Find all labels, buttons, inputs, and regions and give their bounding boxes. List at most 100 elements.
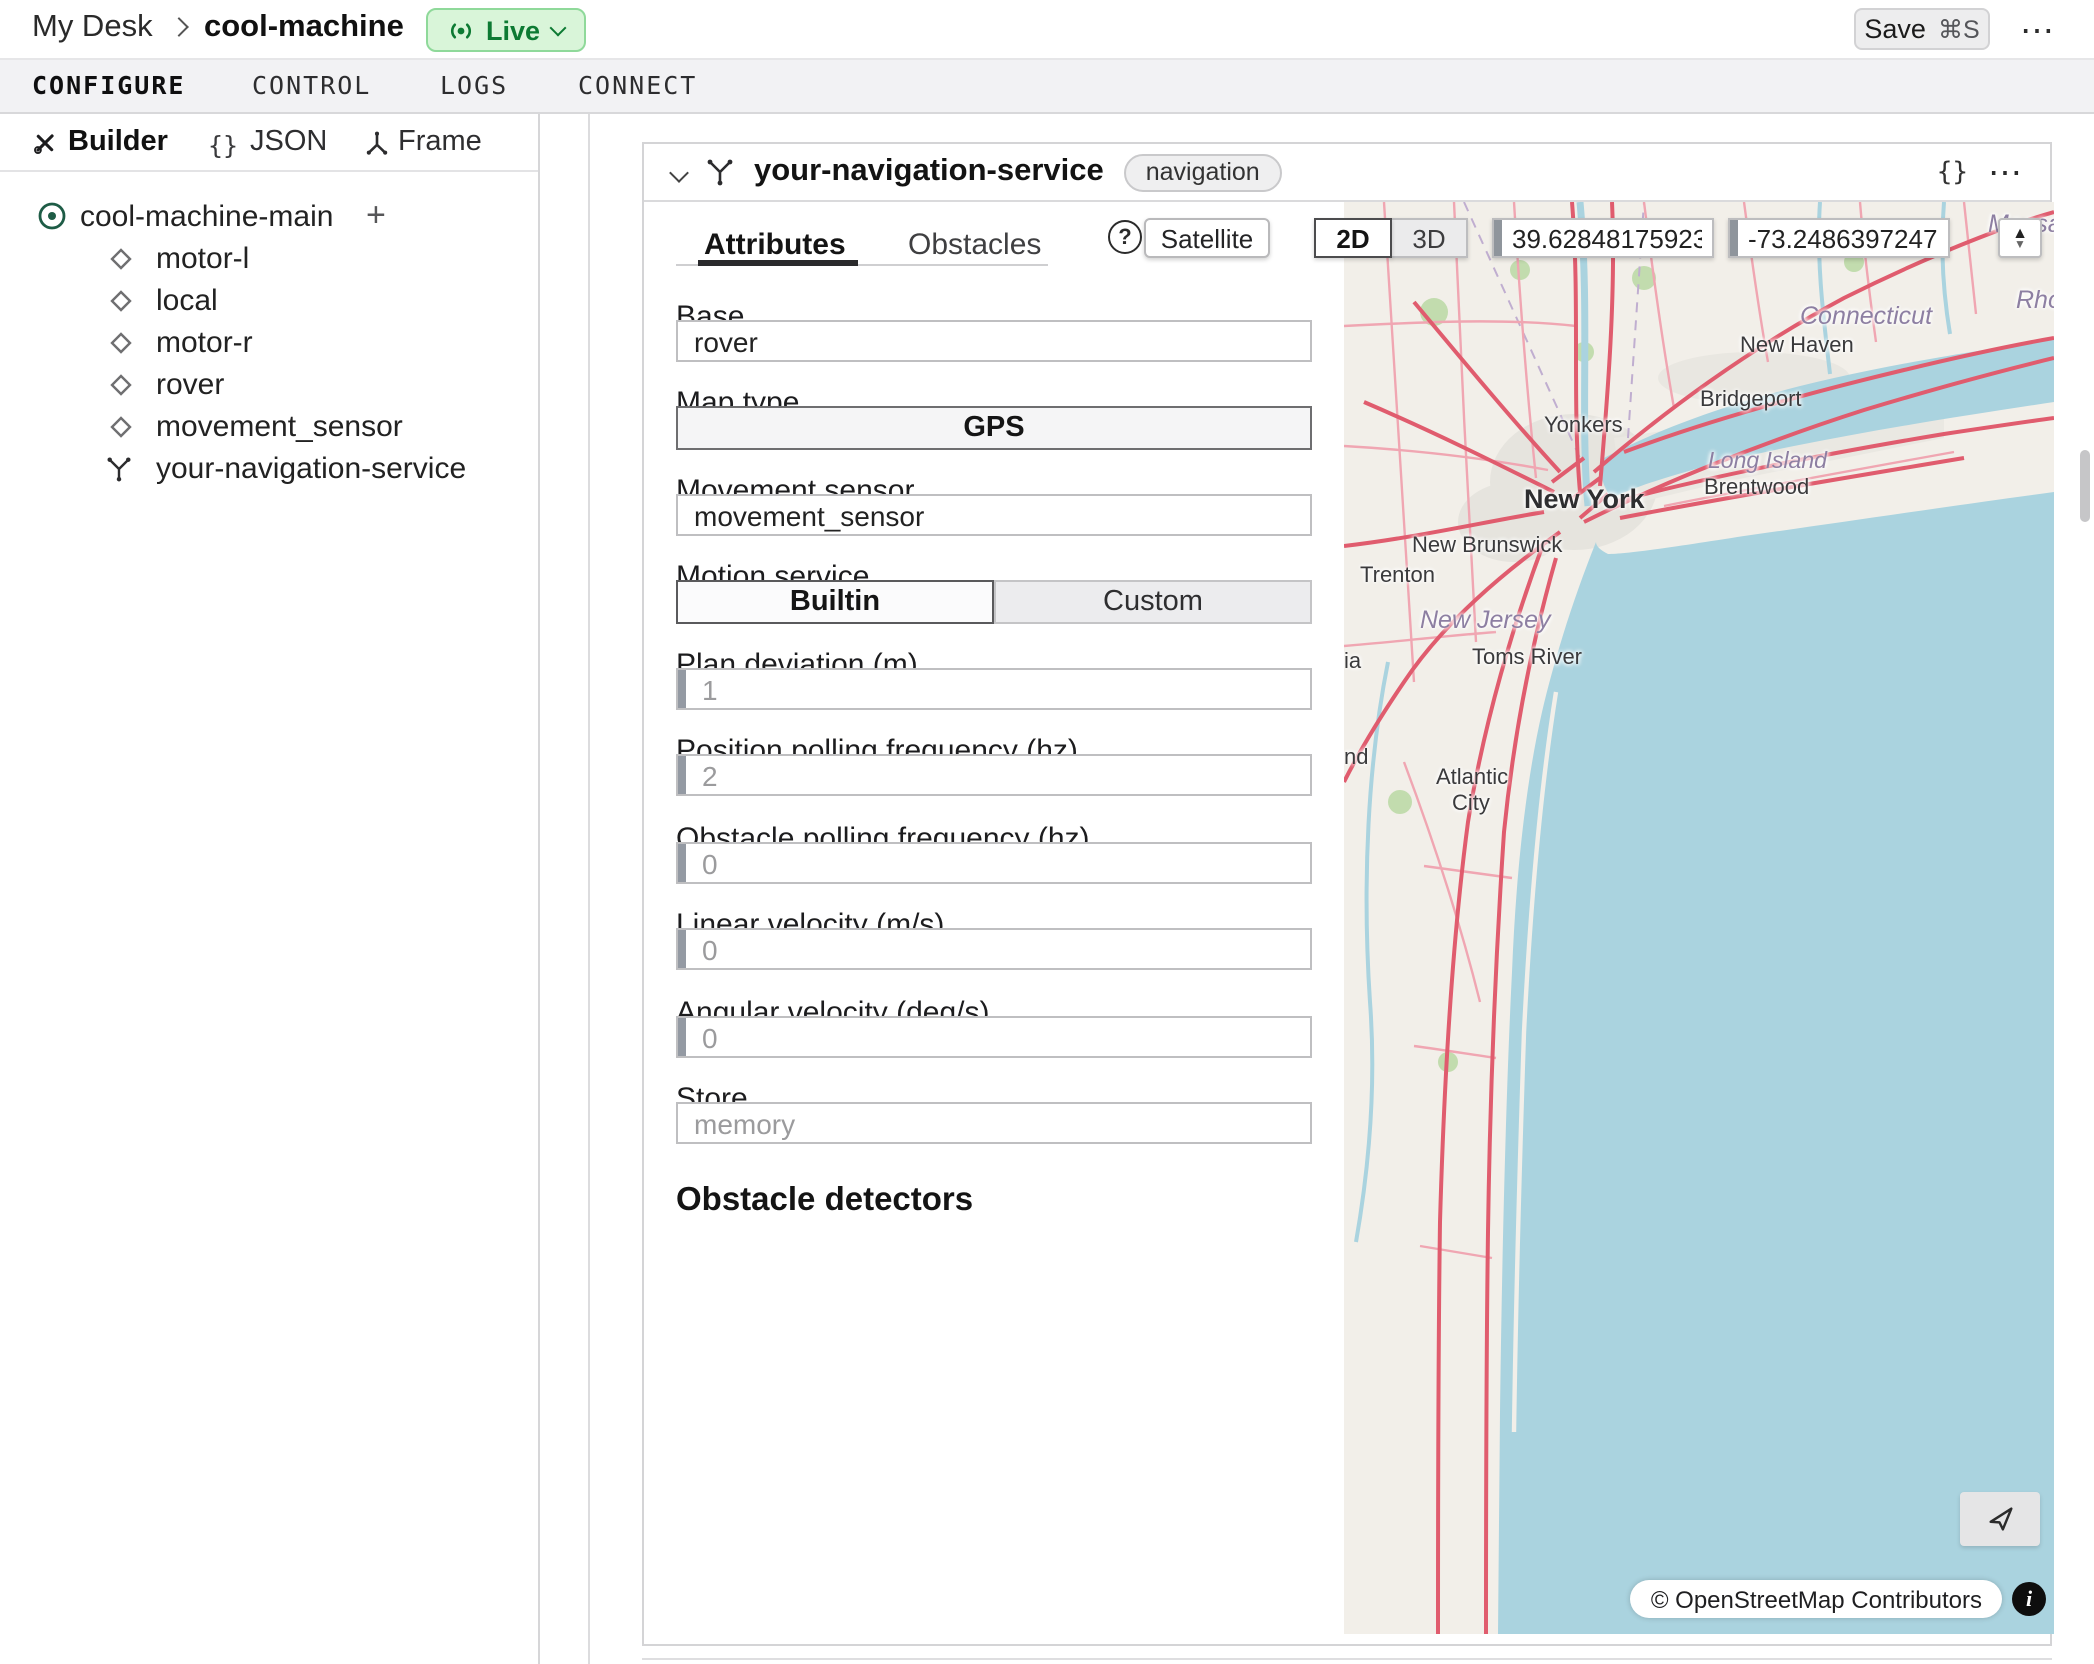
breadcrumb-chevron-icon bbox=[169, 17, 189, 37]
tab-control[interactable]: CONTROL bbox=[252, 60, 371, 112]
map-label: New Jersey bbox=[1420, 606, 1551, 634]
tree-root-row[interactable]: cool-machine-main + bbox=[0, 196, 538, 238]
tree-item-navigation-service[interactable]: your-navigation-service bbox=[0, 448, 538, 490]
movement-sensor-input[interactable] bbox=[678, 496, 1310, 534]
map-label: Long Island bbox=[1708, 450, 1827, 474]
tree-item-local[interactable]: local bbox=[0, 280, 538, 322]
linear-velocity-input-box bbox=[676, 928, 1312, 970]
attribution-text[interactable]: © OpenStreetMap Contributors bbox=[1631, 1580, 2002, 1618]
movement-sensor-input-box bbox=[676, 494, 1312, 536]
scrollbar-thumb[interactable] bbox=[2080, 450, 2090, 522]
tree-item-label[interactable]: motor-l bbox=[156, 242, 249, 276]
live-label: Live bbox=[486, 15, 540, 45]
tab-logs[interactable]: LOGS bbox=[440, 60, 508, 112]
drag-handle[interactable] bbox=[1494, 220, 1502, 256]
locate-button[interactable] bbox=[1960, 1492, 2040, 1546]
map-label: New Haven bbox=[1740, 334, 1854, 358]
builder-tab[interactable] bbox=[32, 130, 58, 166]
drag-handle[interactable] bbox=[678, 1018, 686, 1056]
breadcrumb-root[interactable]: My Desk bbox=[32, 10, 153, 46]
drag-handle[interactable] bbox=[678, 930, 686, 968]
store-input-box bbox=[676, 1102, 1312, 1144]
tree-item-label[interactable]: your-navigation-service bbox=[156, 452, 466, 486]
map-type-gps-button[interactable]: GPS bbox=[676, 406, 1312, 450]
map-label: City bbox=[1452, 792, 1490, 816]
component-diamond-icon bbox=[110, 374, 132, 396]
latitude-input[interactable] bbox=[1502, 220, 1712, 256]
navigation-service-card: your-navigation-service navigation {} ⋯ … bbox=[642, 142, 2052, 1646]
frame-tab-label[interactable]: Frame bbox=[398, 126, 482, 158]
satellite-toggle-button[interactable]: Satellite bbox=[1144, 218, 1270, 258]
info-icon[interactable]: i bbox=[2012, 1582, 2046, 1616]
plan-deviation-input[interactable] bbox=[686, 670, 1310, 708]
map-label: Connecticut bbox=[1800, 302, 1932, 330]
drag-handle[interactable] bbox=[678, 844, 686, 882]
card-more-button[interactable]: ⋯ bbox=[1988, 155, 2022, 189]
braces-icon[interactable]: {} bbox=[208, 129, 238, 159]
tab-obstacles[interactable]: Obstacles bbox=[908, 228, 1041, 262]
tree-item-label[interactable]: motor-r bbox=[156, 326, 253, 360]
tree-item-motor-r[interactable]: motor-r bbox=[0, 322, 538, 364]
position-polling-input[interactable] bbox=[686, 756, 1310, 794]
component-diamond-icon bbox=[110, 290, 132, 312]
panel-divider bbox=[588, 114, 590, 1664]
tree-item-motor-l[interactable]: motor-l bbox=[0, 238, 538, 280]
obstacle-detectors-heading: Obstacle detectors bbox=[676, 1182, 973, 1220]
view-3d-button[interactable]: 3D bbox=[1390, 218, 1468, 258]
raw-json-button[interactable]: {} bbox=[1937, 157, 1968, 187]
live-status-dropdown[interactable]: Live bbox=[426, 8, 586, 52]
component-diamond-icon bbox=[110, 416, 132, 438]
tree-item-movement-sensor[interactable]: movement_sensor bbox=[0, 406, 538, 448]
drag-handle[interactable] bbox=[1730, 220, 1738, 256]
frame-tab[interactable] bbox=[364, 130, 390, 166]
obstacle-polling-input-box bbox=[676, 842, 1312, 884]
tree-item-label[interactable]: movement_sensor bbox=[156, 410, 403, 444]
save-button[interactable]: Save ⌘S bbox=[1854, 8, 1990, 50]
motion-builtin-button[interactable]: Builtin bbox=[676, 580, 994, 624]
zoom-stepper[interactable]: ▲ ▼ bbox=[1998, 218, 2042, 258]
tree-item-label[interactable]: rover bbox=[156, 368, 224, 402]
tab-attributes[interactable]: Attributes bbox=[704, 228, 846, 262]
machine-target-icon bbox=[36, 200, 68, 232]
map-label: Toms River bbox=[1472, 646, 1582, 670]
map-canvas[interactable]: MassacRhodConnecticutNew HavenBridgeport… bbox=[1344, 202, 2054, 1634]
map-label: Trenton bbox=[1360, 564, 1435, 588]
view-2d-button[interactable]: 2D bbox=[1314, 218, 1392, 258]
help-icon[interactable]: ? bbox=[1108, 220, 1142, 254]
obstacle-polling-input[interactable] bbox=[686, 844, 1310, 882]
card-header: your-navigation-service navigation {} ⋯ bbox=[644, 144, 2050, 202]
next-card-top-border bbox=[642, 1658, 2052, 1660]
tab-configure[interactable]: CONFIGURE bbox=[32, 60, 185, 112]
map-label: New Brunswick bbox=[1412, 534, 1562, 558]
drag-handle[interactable] bbox=[678, 670, 686, 708]
add-component-button[interactable]: + bbox=[366, 196, 386, 236]
header-more-button[interactable]: ⋯ bbox=[2020, 14, 2054, 48]
drag-handle[interactable] bbox=[678, 756, 686, 794]
tree-item-label[interactable]: local bbox=[156, 284, 218, 318]
store-input[interactable] bbox=[678, 1104, 1310, 1142]
service-type-badge[interactable]: navigation bbox=[1124, 153, 1282, 191]
map-label: Yonkers bbox=[1544, 414, 1623, 438]
angular-velocity-input[interactable] bbox=[686, 1018, 1310, 1056]
linear-velocity-input[interactable] bbox=[686, 930, 1310, 968]
tree-item-rover[interactable]: rover bbox=[0, 364, 538, 406]
collapse-chevron-icon[interactable] bbox=[669, 162, 689, 182]
map-attribution: © OpenStreetMap Contributors i bbox=[1631, 1580, 2046, 1618]
save-shortcut: ⌘S bbox=[1938, 14, 1980, 44]
map-label: Bridgeport bbox=[1700, 388, 1802, 412]
json-tab-label[interactable]: JSON bbox=[250, 126, 327, 158]
navigation-service-icon bbox=[706, 158, 734, 186]
map-label: ia bbox=[1344, 650, 1361, 674]
base-input[interactable] bbox=[678, 322, 1310, 360]
component-diamond-icon bbox=[110, 332, 132, 354]
map-labels: MassacRhodConnecticutNew HavenBridgeport… bbox=[1344, 202, 2054, 1634]
tab-connect[interactable]: CONNECT bbox=[578, 60, 697, 112]
motion-custom-button[interactable]: Custom bbox=[994, 580, 1312, 624]
longitude-input[interactable] bbox=[1738, 220, 1948, 256]
stepper-down-icon[interactable]: ▼ bbox=[2014, 239, 2026, 251]
builder-tab-label[interactable]: Builder bbox=[68, 126, 168, 158]
tree-root-label[interactable]: cool-machine-main bbox=[80, 200, 333, 234]
map-label: Rhod bbox=[2016, 286, 2054, 314]
map-label: Brentwood bbox=[1704, 476, 1809, 500]
map-label: Atlantic bbox=[1436, 766, 1508, 790]
